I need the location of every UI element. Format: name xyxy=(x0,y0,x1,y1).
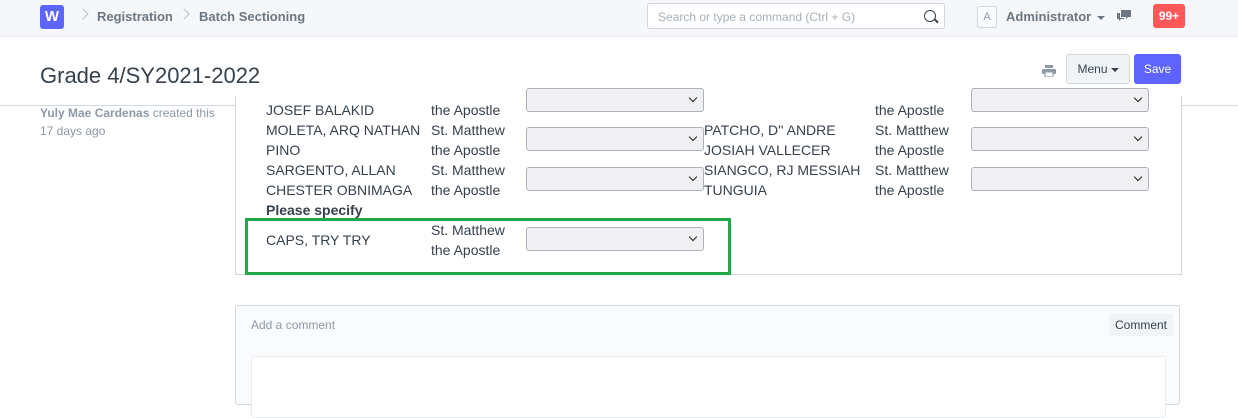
menu-label: Menu xyxy=(1077,62,1108,76)
student-section: St. Matthew xyxy=(875,122,949,138)
caret-down-icon xyxy=(1097,15,1106,20)
chevron-right-icon xyxy=(77,8,89,20)
author-name[interactable]: Yuly Mae Cardenas xyxy=(40,106,149,120)
created-text: created this xyxy=(152,106,215,120)
student-name: PATCHO, D'' ANDRE xyxy=(704,122,836,138)
student-section-cont: the Apostle xyxy=(875,142,945,158)
user-menu[interactable]: Administrator xyxy=(1006,9,1106,24)
student-name-cont: CHESTER OBNIMAGA xyxy=(266,182,413,198)
comment-section: Add a comment Comment xyxy=(235,305,1180,418)
created-age: 17 days ago xyxy=(40,124,106,138)
section-select[interactable] xyxy=(971,167,1149,191)
student-section: St. Matthew xyxy=(431,122,505,138)
app-logo[interactable]: W xyxy=(40,5,64,29)
student-name: SIANGCO, RJ MESSIAH xyxy=(704,162,861,178)
student-name-cont: PINO xyxy=(266,142,301,158)
student-name: MOLETA, ARQ NATHAN xyxy=(266,122,421,138)
section-select[interactable] xyxy=(971,127,1149,151)
student-name: JOSEF BALAKID xyxy=(266,102,375,118)
search-icon xyxy=(924,10,936,22)
student-section: St. Matthew xyxy=(875,162,949,178)
student-section-cont: the Apostle xyxy=(431,142,501,158)
created-info: Yuly Mae Cardenas created this 17 days a… xyxy=(40,104,220,140)
user-name: Administrator xyxy=(1006,9,1092,24)
caret-down-icon xyxy=(1110,67,1119,72)
chat-icon[interactable] xyxy=(1116,9,1132,23)
breadcrumb-registration[interactable]: Registration xyxy=(97,9,173,24)
save-button[interactable]: Save xyxy=(1134,54,1181,84)
specify-heading: Please specify xyxy=(266,202,363,218)
student-section-cont: the Apostle xyxy=(875,182,945,198)
section-select[interactable] xyxy=(526,127,704,151)
chevron-right-icon xyxy=(178,8,190,20)
student-section: the Apostle xyxy=(875,102,945,118)
student-name: SARGENTO, ALLAN xyxy=(266,162,396,178)
menu-button[interactable]: Menu xyxy=(1066,54,1130,84)
student-name-cont: JOSIAH VALLECER xyxy=(704,142,831,158)
search-placeholder: Search or type a command (Ctrl + G) xyxy=(658,10,856,24)
print-icon[interactable] xyxy=(1042,65,1056,77)
breadcrumb-batch-sectioning[interactable]: Batch Sectioning xyxy=(199,9,305,24)
highlight-box xyxy=(245,218,731,275)
avatar[interactable]: A xyxy=(977,6,997,28)
comment-input[interactable] xyxy=(251,356,1166,418)
student-name-cont: TUNGUIA xyxy=(704,182,767,198)
page-title: Grade 4/SY2021-2022 xyxy=(40,63,261,88)
section-select[interactable] xyxy=(971,88,1149,112)
section-select[interactable] xyxy=(526,88,704,112)
search-input[interactable]: Search or type a command (Ctrl + G) xyxy=(647,3,945,29)
section-select[interactable] xyxy=(526,167,704,191)
comment-button[interactable]: Comment xyxy=(1108,314,1173,336)
student-section-cont: the Apostle xyxy=(431,182,501,198)
notifications-badge[interactable]: 99+ xyxy=(1153,4,1185,28)
comment-label: Add a comment xyxy=(251,318,336,332)
student-section: St. Matthew xyxy=(431,162,505,178)
student-section: the Apostle xyxy=(431,102,501,118)
navbar: W Registration Batch Sectioning Search o… xyxy=(0,0,1238,37)
